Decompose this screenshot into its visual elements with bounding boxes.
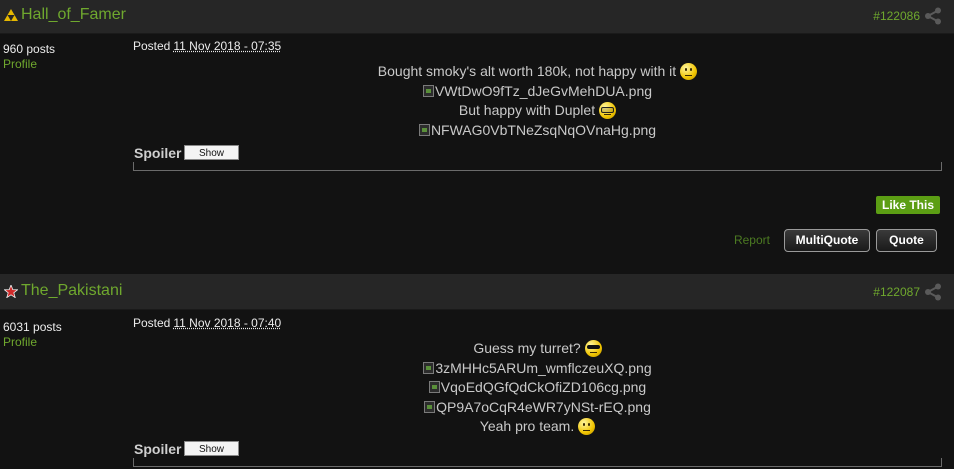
spoiler-content-box bbox=[133, 162, 942, 171]
post-header: The_Pakistani #122087 bbox=[0, 274, 954, 310]
post-text-line: Yeah pro team. bbox=[133, 417, 942, 437]
profile-link[interactable]: Profile bbox=[3, 57, 55, 71]
post-text: Guess my turret? bbox=[473, 340, 581, 356]
post-text: Yeah pro team. bbox=[479, 418, 575, 434]
broken-image-icon bbox=[428, 381, 440, 393]
username-link[interactable]: The_Pakistani bbox=[21, 282, 122, 300]
post-text: But happy with Duplet bbox=[458, 102, 596, 118]
posted-label: Posted bbox=[133, 39, 171, 53]
spoiler: Spoiler Show bbox=[133, 440, 942, 458]
post: The_Pakistani #122087 6031 posts Profile… bbox=[0, 274, 954, 469]
posted-line: Posted 11 Nov 2018 - 07:40 bbox=[133, 316, 942, 330]
post-content: Posted 11 Nov 2018 - 07:40 Guess my turre… bbox=[133, 316, 942, 467]
post-header: Hall_of_Famer #122086 bbox=[0, 0, 954, 34]
posted-label: Posted bbox=[133, 316, 171, 330]
embedded-image[interactable]: VWtDwO9fTz_dJeGvMehDUA.png bbox=[133, 82, 942, 102]
red-star-rank-icon bbox=[4, 285, 18, 298]
multiquote-button[interactable]: MultiQuote bbox=[784, 229, 870, 252]
image-alt-text: NFWAG0VbTNeZsqNqOVnaHg.png bbox=[430, 121, 657, 138]
post-number-link[interactable]: #122087 bbox=[873, 285, 920, 299]
username-link[interactable]: Hall_of_Famer bbox=[21, 6, 126, 24]
embedded-image[interactable]: 3zMHHc5ARUm_wmflczeuXQ.png bbox=[133, 359, 942, 379]
posted-date: 11 Nov 2018 - 07:35 bbox=[173, 39, 282, 53]
post: Hall_of_Famer #122086 960 posts Profile … bbox=[0, 0, 954, 274]
author-sidebar: 6031 posts Profile bbox=[3, 320, 62, 349]
spoiler-label: Spoiler bbox=[134, 145, 182, 161]
smile-emoji-icon bbox=[680, 63, 698, 80]
post-text-line: Bought smoky's alt worth 180k, not happy… bbox=[133, 62, 942, 82]
triforce-rank-icon bbox=[4, 9, 18, 21]
smile-emoji-icon bbox=[578, 418, 596, 435]
author-sidebar: 960 posts Profile bbox=[3, 42, 55, 71]
embedded-image[interactable]: VqoEdQGfQdCkOfiZD106cg.png bbox=[133, 378, 942, 398]
post-text-line: Guess my turret? bbox=[133, 339, 942, 359]
post-content: Posted 11 Nov 2018 - 07:35 Bought smoky's… bbox=[133, 39, 942, 171]
spoiler: Spoiler Show bbox=[133, 144, 942, 162]
share-icon[interactable] bbox=[924, 283, 942, 301]
spoiler-label: Spoiler bbox=[134, 440, 182, 457]
report-link[interactable]: Report bbox=[734, 233, 770, 247]
post-count: 960 posts bbox=[3, 42, 56, 56]
image-alt-text: 3zMHHc5ARUm_wmflczeuXQ.png bbox=[435, 359, 652, 376]
embedded-image[interactable]: QP9A7oCqR4eWR7yNSt-rEQ.png bbox=[133, 398, 942, 418]
image-alt-text: VWtDwO9fTz_dJeGvMehDUA.png bbox=[434, 82, 653, 99]
post-text: Bought smoky's alt worth 180k, not happy… bbox=[377, 63, 677, 79]
profile-link[interactable]: Profile bbox=[3, 335, 62, 349]
broken-image-icon bbox=[422, 84, 434, 97]
spoiler-content-box bbox=[133, 457, 942, 467]
share-icon[interactable] bbox=[924, 7, 942, 25]
post-count: 6031 posts bbox=[3, 320, 62, 334]
sunglasses-emoji-icon bbox=[584, 340, 602, 357]
spoiler-show-button[interactable]: Show bbox=[184, 145, 239, 160]
image-alt-text: QP9A7oCqR4eWR7yNSt-rEQ.png bbox=[436, 398, 651, 415]
quote-button[interactable]: Quote bbox=[876, 229, 937, 252]
glasses-emoji-icon bbox=[599, 102, 617, 119]
post-text-line: But happy with Duplet bbox=[133, 101, 942, 121]
broken-image-icon bbox=[424, 400, 436, 413]
embedded-image[interactable]: NFWAG0VbTNeZsqNqOVnaHg.png bbox=[133, 121, 942, 141]
posted-line: Posted 11 Nov 2018 - 07:35 bbox=[133, 39, 942, 53]
like-button[interactable]: Like This bbox=[876, 196, 940, 214]
image-alt-text: VqoEdQGfQdCkOfiZD106cg.png bbox=[440, 379, 647, 395]
posted-date: 11 Nov 2018 - 07:40 bbox=[173, 316, 282, 330]
post-number-link[interactable]: #122086 bbox=[873, 9, 920, 23]
broken-image-icon bbox=[418, 123, 430, 136]
spoiler-show-button[interactable]: Show bbox=[184, 440, 239, 456]
broken-image-icon bbox=[423, 361, 435, 374]
